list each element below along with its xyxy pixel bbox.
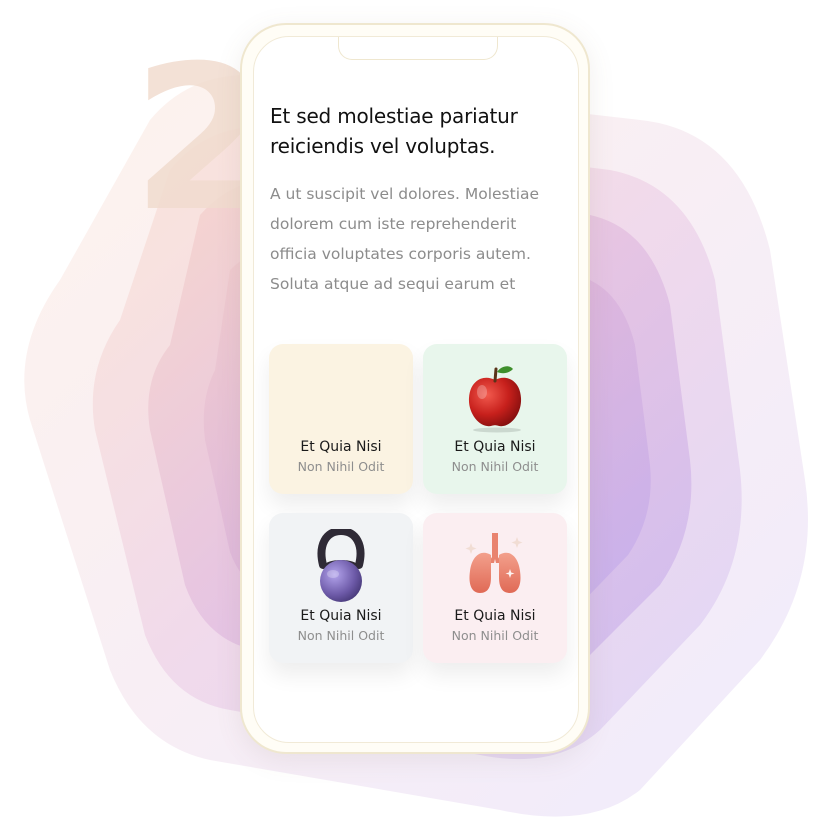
category-card[interactable]: Et Quia Nisi Non Nihil Odit [269, 344, 413, 494]
body-text: A ut suscipit vel dolores. Molestiae dol… [270, 185, 540, 293]
phone-screen: Et sed molestiae pariatur reiciendis vel… [253, 36, 579, 743]
headline: Et sed molestiae pariatur reiciendis vel… [270, 104, 518, 158]
category-card[interactable]: Et Quia Nisi Non Nihil Odit [269, 513, 413, 663]
kettlebell-icon [317, 529, 365, 602]
card-title: Et Quia Nisi [300, 439, 382, 455]
card-subtitle: Non Nihil Odit [451, 459, 539, 474]
card-subtitle: Non Nihil Odit [297, 459, 385, 474]
card-title: Et Quia Nisi [454, 608, 536, 624]
phone-frame: Et sed molestiae pariatur reiciendis vel… [240, 23, 590, 754]
category-card[interactable]: Et Quia Nisi Non Nihil Odit [423, 513, 567, 663]
promo-stage: 2 Et sed molestiae pariatur reiciendis v… [0, 0, 816, 837]
card-subtitle: Non Nihil Odit [297, 628, 385, 643]
category-card[interactable]: Et Quia Nisi Non Nihil Odit [423, 344, 567, 494]
lungs-icon [465, 533, 523, 593]
card-title: Et Quia Nisi [300, 608, 382, 624]
phone-notch [338, 37, 498, 60]
card-title: Et Quia Nisi [454, 439, 536, 455]
card-subtitle: Non Nihil Odit [451, 628, 539, 643]
apple-icon [468, 366, 522, 433]
